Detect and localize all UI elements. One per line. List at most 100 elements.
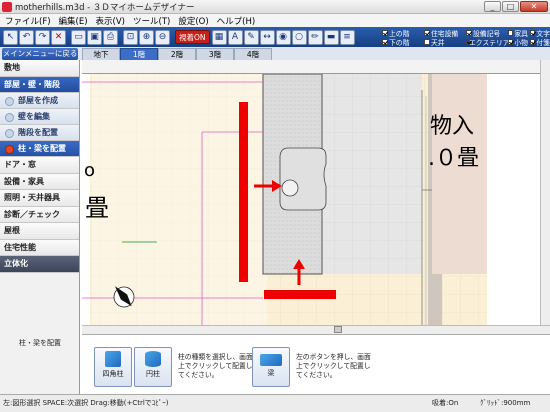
- column-instructions: 柱の種類を選択し、画面上でクリックして配置してください。: [178, 353, 253, 379]
- beam-icon: [260, 354, 282, 366]
- square-column-button[interactable]: 四角柱: [94, 347, 132, 387]
- close-button[interactable]: ✕: [520, 1, 548, 12]
- menu-help[interactable]: ヘルプ(H): [217, 15, 256, 27]
- drain-circle: [281, 179, 299, 197]
- vertical-scrollbar[interactable]: [540, 60, 550, 334]
- zoom-in-icon[interactable]: ⊕: [139, 29, 154, 45]
- checkbox-icon: [424, 29, 430, 36]
- save-icon[interactable]: ▣: [87, 29, 102, 45]
- sidebar-sub-place-stairs[interactable]: 階段を配置: [0, 125, 79, 141]
- menu-view[interactable]: 表示(V): [96, 15, 125, 27]
- window-title: motherhills.m3d - ３Ｄマイホームデザイナー: [15, 2, 195, 13]
- zoom-out-icon[interactable]: ⊖: [155, 29, 170, 45]
- zoom-fit-icon[interactable]: ⊡: [123, 29, 138, 45]
- sidebar-item-doors-windows[interactable]: ドア・窓: [0, 157, 79, 174]
- beam-button[interactable]: 梁: [252, 347, 290, 387]
- beam-instructions: 左のボタンを押し、画面上でクリックして配置してください。: [296, 353, 371, 379]
- tab-floor-1[interactable]: 1階: [120, 48, 158, 60]
- bullet-icon: [5, 145, 14, 154]
- sidebar-item-site[interactable]: 敷地: [0, 60, 79, 77]
- floor-plan-canvas[interactable]: 物入 .０畳 畳 o: [82, 60, 550, 334]
- top-ruler: [82, 60, 550, 74]
- horizontal-scrollbar[interactable]: [82, 325, 550, 334]
- sidebar-item-lighting[interactable]: 照明・天井器具: [0, 190, 79, 207]
- tab-floor-2[interactable]: 2階: [158, 48, 196, 60]
- display-options: 上の階 住宅設備 設備記号 家具 文字 下の階 天井 エクステリア 小物 付箋: [382, 28, 550, 47]
- list-icon[interactable]: ≡: [339, 29, 355, 45]
- sidebar-item-equipment-furniture[interactable]: 設備・家具: [0, 173, 79, 190]
- floor-plan-svg: [82, 73, 540, 325]
- tool-options-panel: 四角柱 円柱 柱の種類を選択し、画面上でクリックして配置してください。 梁 左の…: [82, 334, 550, 394]
- tab-basement[interactable]: 地下: [82, 48, 120, 60]
- maximize-button[interactable]: □: [502, 1, 519, 12]
- checkbox-icon: [424, 38, 430, 45]
- text-icon[interactable]: A: [227, 29, 243, 45]
- menu-edit[interactable]: 編集(E): [59, 15, 88, 27]
- room-size-left-partial: o: [84, 160, 96, 181]
- room-label-closet: 物入: [430, 114, 475, 139]
- menu-settings[interactable]: 設定(O): [178, 15, 208, 27]
- menu-bar: ファイル(F) 編集(E) 表示(V) ツール(T) 設定(O) ヘルプ(H): [0, 14, 550, 27]
- check-ceiling[interactable]: 天井: [424, 37, 466, 47]
- tab-floor-3[interactable]: 3階: [196, 48, 234, 60]
- status-snap: 吸着:On: [432, 399, 459, 407]
- sidebar-item-3d[interactable]: 立体化: [0, 256, 79, 273]
- back-to-main-menu-button[interactable]: メインメニューに戻る: [2, 48, 78, 60]
- pointer-icon[interactable]: ↖: [3, 29, 18, 45]
- bullet-icon: [5, 113, 14, 122]
- checkbox-icon: [508, 29, 514, 36]
- round-column-icon: [145, 351, 161, 367]
- horizontal-scroll-thumb[interactable]: [334, 326, 342, 333]
- floor-tab-row: メインメニューに戻る 地下 1階 2階 3階 4階: [0, 47, 550, 60]
- bullet-icon: [5, 97, 14, 106]
- check-lower-floor[interactable]: 下の階: [382, 37, 424, 47]
- pencil-icon[interactable]: ✏: [307, 29, 323, 45]
- room-size-closet: .０畳: [428, 146, 479, 171]
- undo-icon[interactable]: ↶: [19, 29, 34, 45]
- open-folder-icon[interactable]: ▭: [71, 29, 86, 45]
- sidebar-sub-edit-wall[interactable]: 壁を編集: [0, 109, 79, 125]
- status-bar: 左:図形選択 SPACE:次選択 Drag:移動(+Ctrlでｺﾋﾟｰ) 吸着:…: [0, 394, 550, 412]
- square-column-icon: [105, 351, 121, 367]
- status-hint: 左:図形選択 SPACE:次選択 Drag:移動(+Ctrlでｺﾋﾟｰ): [3, 399, 169, 407]
- checkbox-icon: [382, 29, 388, 36]
- sidebar-item-roof[interactable]: 屋根: [0, 223, 79, 240]
- bullet-icon: [5, 129, 14, 138]
- paint-icon[interactable]: ✎: [243, 29, 259, 45]
- redo-icon[interactable]: ↷: [35, 29, 50, 45]
- checkbox-icon: [466, 29, 472, 36]
- sidebar-sub-create-room[interactable]: 部屋を作成: [0, 93, 79, 109]
- search-icon[interactable]: ○: [291, 29, 307, 45]
- status-grid: ｸﾞﾘｯﾄﾞ:900mm: [480, 399, 531, 407]
- checkbox-icon: [530, 29, 536, 36]
- view-toggle-button[interactable]: 視着ON: [175, 30, 210, 44]
- delete-icon[interactable]: ✕: [51, 29, 66, 45]
- sidebar-item-rooms-walls-stairs[interactable]: 部屋・壁・階段: [0, 76, 79, 93]
- sidebar-sub-place-columns-beams[interactable]: 柱・梁を配置: [0, 141, 79, 157]
- app-icon: [2, 1, 12, 12]
- sidebar: 敷地 部屋・壁・階段 部屋を作成 壁を編集 階段を配置 柱・梁を配置 ドア・窓 …: [0, 60, 80, 394]
- sink-outline: [279, 147, 327, 211]
- room-size-left: 畳: [85, 194, 109, 222]
- checkbox-icon: [530, 38, 536, 45]
- check-exterior[interactable]: エクステリア: [466, 37, 510, 47]
- check-sticky[interactable]: 付箋: [536, 37, 550, 47]
- print-icon[interactable]: ⎙: [103, 29, 118, 45]
- card-icon[interactable]: ▬: [323, 29, 339, 45]
- menu-tools[interactable]: ツール(T): [133, 15, 170, 27]
- sidebar-item-diagnosis[interactable]: 診断／チェック: [0, 206, 79, 223]
- dimension-icon[interactable]: ↔: [259, 29, 275, 45]
- checkbox-icon: [508, 38, 514, 45]
- camera-icon[interactable]: ◉: [275, 29, 291, 45]
- grid-icon[interactable]: ▦: [211, 29, 227, 45]
- tab-floor-4[interactable]: 4階: [234, 48, 272, 60]
- menu-file[interactable]: ファイル(F): [5, 15, 51, 27]
- column-marker-vertical: [239, 102, 248, 282]
- checkbox-icon: [382, 38, 388, 45]
- sidebar-item-performance[interactable]: 住宅性能: [0, 239, 79, 256]
- beam-marker-horizontal: [264, 290, 336, 299]
- tiled-area: [322, 74, 422, 274]
- check-small-items[interactable]: 小物 付箋: [508, 37, 550, 47]
- round-column-button[interactable]: 円柱: [134, 347, 172, 387]
- minimize-button[interactable]: _: [484, 1, 501, 12]
